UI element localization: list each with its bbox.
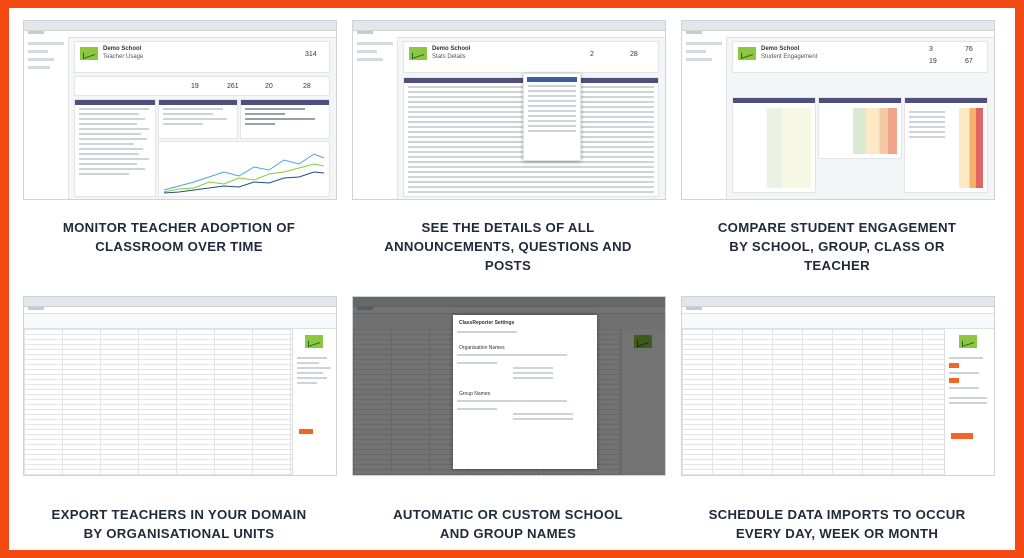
caption-schedule: SCHEDULE DATA IMPORTS TO OCCUR EVERY DAY… (677, 505, 997, 543)
screenshot-export-teachers (23, 296, 337, 476)
caption-line: SCHEDULE DATA IMPORTS TO OCCUR (708, 507, 966, 522)
stat-value: 3 (929, 46, 933, 53)
screenshot-schedule-imports (681, 296, 995, 476)
spreadsheet-grid[interactable] (24, 329, 292, 475)
school-name: Demo School (103, 46, 142, 52)
caption-names: AUTOMATIC OR CUSTOM SCHOOL AND GROUP NAM… (348, 505, 668, 543)
screenshot-stats-details: Demo School Stats Details 2 28 (352, 20, 666, 200)
classreporter-logo-icon (80, 47, 98, 60)
stat-value: 19 (929, 58, 937, 65)
classreporter-logo-icon (959, 335, 977, 348)
stat-value: 261 (227, 83, 239, 90)
view-name: Teacher Usage (103, 54, 144, 60)
school-name: Demo School (432, 46, 471, 52)
caption-teacher-adoption: MONITOR TEACHER ADOPTION OF CLASSROOM OV… (19, 218, 339, 256)
engagement-ranking (904, 97, 988, 193)
screenshot-teacher-usage: Demo School Teacher Usage 314 19 261 20 … (23, 20, 337, 200)
teacher-table (74, 99, 156, 197)
caption-engagement: COMPARE STUDENT ENGAGEMENT BY SCHOOL, GR… (677, 218, 997, 275)
stat-value: 76 (965, 46, 973, 53)
caption-line: AND GROUP NAMES (439, 526, 577, 541)
engagement-heatmap (818, 97, 902, 159)
classreporter-logo-icon (305, 335, 323, 348)
caption-line: CLASSROOM OVER TIME (95, 239, 263, 254)
caption-line: EVERY DAY, WEEK OR MONTH (735, 526, 939, 541)
view-name: Student Engagement (761, 54, 818, 60)
caption-line: EXPORT TEACHERS IN YOUR DOMAIN (51, 507, 307, 522)
caption-line: ANNOUNCEMENTS, QUESTIONS AND (384, 239, 632, 254)
stat-value: 2 (590, 51, 594, 58)
caption-details: SEE THE DETAILS OF ALL ANNOUNCEMENTS, QU… (348, 218, 668, 275)
school-name: Demo School (761, 46, 800, 52)
addon-sidebar (292, 329, 336, 475)
caption-line: COMPARE STUDENT ENGAGEMENT (717, 220, 957, 235)
engagement-table (732, 97, 816, 193)
screenshot-student-engagement: Demo School Student Engagement 3 76 19 6… (681, 20, 995, 200)
caption-line: BY ORGANISATIONAL UNITS (83, 526, 275, 541)
stat-value: 67 (965, 58, 973, 65)
section-title: Organisation Names (459, 345, 505, 351)
usage-line-chart (158, 141, 330, 197)
filter-dropdown[interactable] (523, 73, 581, 161)
classreporter-logo-icon (738, 47, 756, 60)
classreporter-logo-icon (409, 47, 427, 60)
caption-line: AUTOMATIC OR CUSTOM SCHOOL (393, 507, 623, 522)
caption-line: POSTS (484, 258, 532, 273)
view-name: Stats Details (432, 54, 466, 60)
feature-grid: Demo School Teacher Usage 314 19 261 20 … (9, 8, 1015, 550)
caption-export: EXPORT TEACHERS IN YOUR DOMAIN BY ORGANI… (19, 505, 339, 543)
addon-sidebar (944, 329, 994, 475)
caption-line: BY SCHOOL, GROUP, CLASS OR (729, 239, 945, 254)
stat-value: 20 (265, 83, 273, 90)
caption-line: TEACHER (804, 258, 870, 273)
stat-value: 28 (630, 51, 638, 58)
section-title: Group Names (459, 391, 491, 397)
caption-line: MONITOR TEACHER ADOPTION OF (62, 220, 296, 235)
dialog-title: ClassReporter Settings (459, 320, 515, 326)
stat-value: 314 (305, 51, 317, 58)
screenshot-settings-dialog: ClassReporter Settings Organisation Name… (352, 296, 666, 476)
caption-line: SEE THE DETAILS OF ALL (421, 220, 595, 235)
settings-dialog: ClassReporter Settings Organisation Name… (453, 315, 597, 469)
stat-value: 19 (191, 83, 199, 90)
spreadsheet-grid[interactable] (682, 329, 944, 475)
stat-value: 28 (303, 83, 311, 90)
